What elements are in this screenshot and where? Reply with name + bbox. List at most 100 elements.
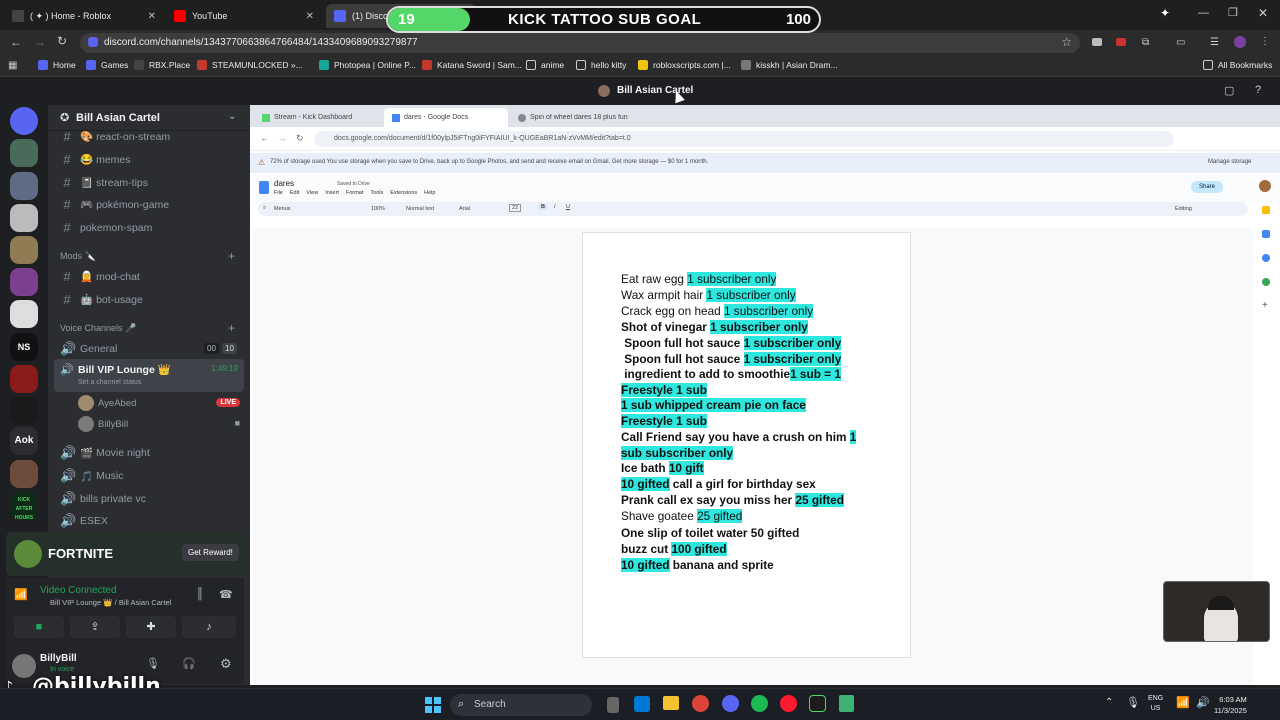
server-icon[interactable] bbox=[10, 397, 38, 425]
bookmark-kisskh[interactable]: kisskh | Asian Dram... bbox=[741, 60, 838, 70]
extension-icon[interactable] bbox=[1092, 38, 1102, 46]
category-mods[interactable]: Mods 🔪 bbox=[60, 251, 96, 262]
clock[interactable]: 6:03 AM 11/3/2025 bbox=[1214, 694, 1247, 716]
shared-url[interactable]: docs.google.com/document/d/1f00ylpJ5iFTn… bbox=[314, 131, 1174, 147]
activities-button[interactable]: ✚ bbox=[126, 616, 176, 638]
server-icon-ns[interactable]: NS bbox=[10, 333, 38, 361]
more-icon[interactable]: ⋮ bbox=[1260, 36, 1270, 47]
menu-edit[interactable]: Edit bbox=[290, 190, 299, 196]
channel-mod-chat[interactable]: # 🧝 mod-chat bbox=[60, 269, 139, 284]
server-icon[interactable] bbox=[10, 365, 38, 393]
search-icon[interactable]: ⌕ bbox=[263, 205, 266, 212]
font-size-input[interactable]: 22 bbox=[509, 204, 522, 212]
disconnect-icon[interactable]: ☎ bbox=[219, 588, 233, 601]
bookmark-katana[interactable]: Katana Sword | Sam... bbox=[422, 60, 522, 70]
puzzle-icon[interactable]: ⧉ bbox=[1142, 37, 1149, 48]
channel-pokemon-game[interactable]: # 🎮 pokémon-game bbox=[60, 197, 169, 212]
server-icon-kick[interactable]: KICK AFTER HOURS bbox=[10, 492, 38, 520]
help-icon[interactable]: ? bbox=[1255, 84, 1261, 96]
store-icon[interactable] bbox=[634, 696, 650, 712]
gear-icon[interactable]: ⚙ bbox=[220, 656, 232, 672]
all-bookmarks[interactable]: All Bookmarks bbox=[1203, 60, 1272, 70]
maximize-icon[interactable]: ❐ bbox=[1228, 6, 1238, 19]
server-icon[interactable] bbox=[10, 236, 38, 264]
voice-channel-movie-night[interactable]: 🔊 🎬 Movie night bbox=[60, 445, 150, 461]
add-icon[interactable]: + bbox=[1262, 300, 1268, 311]
maps-icon[interactable] bbox=[1262, 278, 1270, 286]
shared-tab-wheel[interactable]: Spin of wheel dares 18 plus fun bbox=[510, 108, 634, 127]
voice-channel-bills-private-vc[interactable]: 🔊 bills private vc bbox=[60, 491, 146, 507]
notepad-icon[interactable] bbox=[839, 695, 854, 712]
bookmark-home[interactable]: Home bbox=[38, 60, 76, 70]
channel-react-on-stream[interactable]: # 🎨 react-on-stream bbox=[60, 129, 170, 144]
voice-channel-vip-lounge[interactable]: 🔊 Bill VIP Lounge 👑 1:49:19 Set a channe… bbox=[54, 359, 244, 392]
category-voice[interactable]: Voice Channels 🎤 bbox=[60, 323, 136, 334]
contacts-icon[interactable] bbox=[1262, 254, 1270, 262]
discord-home-icon[interactable] bbox=[10, 107, 38, 135]
style-select[interactable]: Normal text bbox=[406, 206, 434, 212]
windows-start-icon[interactable] bbox=[425, 697, 441, 713]
bookmark-robloxscripts[interactable]: robloxscripts.com |... bbox=[638, 60, 731, 70]
docs-icon[interactable] bbox=[259, 181, 269, 194]
kick-taskbar-icon[interactable] bbox=[809, 695, 826, 712]
shared-tab-docs[interactable]: dares - Google Docs bbox=[384, 108, 508, 127]
search-box[interactable]: ⌕ Search bbox=[450, 694, 592, 716]
account-avatar[interactable] bbox=[1259, 180, 1271, 192]
back-icon[interactable]: ← bbox=[10, 35, 22, 49]
apps-icon[interactable]: ▦ bbox=[8, 60, 17, 71]
menu-extensions[interactable]: Extensions bbox=[390, 190, 417, 196]
menu-format[interactable]: Format bbox=[346, 190, 363, 196]
wifi-icon[interactable]: 📶 bbox=[1176, 696, 1190, 709]
manage-storage-link[interactable]: Manage storage bbox=[1208, 159, 1251, 165]
server-icon[interactable] bbox=[10, 460, 38, 488]
language-indicator[interactable]: ENG US bbox=[1148, 694, 1163, 714]
voice-user-ayeabed[interactable]: AyeAbed LIVE bbox=[78, 395, 244, 413]
underline-icon[interactable]: U bbox=[566, 204, 570, 210]
menu-view[interactable]: View bbox=[306, 190, 318, 196]
menu-insert[interactable]: Insert bbox=[325, 190, 339, 196]
reload-icon[interactable]: ↻ bbox=[296, 133, 304, 144]
back-icon[interactable]: ← bbox=[260, 133, 269, 143]
microphone-icon[interactable]: 🎙 bbox=[146, 657, 160, 670]
menu-icon[interactable]: ☰ bbox=[1210, 37, 1219, 48]
profile-avatar[interactable] bbox=[1234, 36, 1246, 48]
channel-status[interactable]: Set a channel status bbox=[78, 379, 141, 386]
server-icon[interactable] bbox=[10, 172, 38, 200]
font-select[interactable]: Arial bbox=[459, 206, 470, 212]
chevron-up-icon[interactable]: ⌃ bbox=[1105, 697, 1113, 708]
doc-title[interactable]: dares bbox=[274, 179, 294, 188]
headphones-icon[interactable]: 🎧 bbox=[182, 657, 196, 670]
tasks-icon[interactable] bbox=[1262, 230, 1270, 238]
opera-icon[interactable] bbox=[780, 695, 797, 712]
server-icon[interactable] bbox=[10, 300, 38, 328]
keep-icon[interactable] bbox=[1262, 206, 1270, 214]
file-explorer-icon[interactable] bbox=[663, 696, 679, 710]
cast-icon[interactable]: ▭ bbox=[1176, 37, 1185, 48]
close-icon[interactable]: ✕ bbox=[306, 11, 314, 22]
bookmark-photopea[interactable]: Photopea | Online P... bbox=[319, 60, 416, 70]
noise-icon[interactable]: ║ bbox=[196, 588, 204, 600]
bookmark-games[interactable]: Games bbox=[86, 60, 128, 70]
server-icon[interactable] bbox=[10, 204, 38, 232]
bookmark-rbxplace[interactable]: RBX.Place bbox=[134, 60, 190, 70]
discord-taskbar-icon[interactable] bbox=[722, 695, 739, 712]
spotify-icon[interactable] bbox=[751, 695, 768, 712]
forward-icon[interactable]: → bbox=[278, 133, 287, 143]
server-header[interactable]: ✪ Bill Asian Cartel ⌄ bbox=[48, 105, 250, 131]
reload-icon[interactable]: ↻ bbox=[57, 34, 67, 48]
voice-channel-general[interactable]: 🔊 General bbox=[60, 341, 117, 357]
menu-file[interactable]: File bbox=[274, 190, 283, 196]
inbox-icon[interactable]: ▢ bbox=[1224, 84, 1234, 97]
server-icon-aok[interactable]: Aok bbox=[10, 427, 38, 455]
channel-memes[interactable]: # 😂 memes bbox=[60, 152, 130, 167]
add-channel-icon[interactable]: + bbox=[228, 321, 235, 335]
italic-icon[interactable]: I bbox=[554, 204, 556, 210]
server-icon[interactable] bbox=[10, 139, 38, 167]
tab-youtube[interactable]: YouTube ✕ bbox=[166, 4, 322, 28]
voice-channel-music[interactable]: 🔊 🎵 Music bbox=[60, 468, 124, 484]
share-button[interactable]: Share bbox=[1191, 181, 1224, 193]
microphone-icon[interactable]: 🎙 bbox=[1126, 696, 1140, 709]
screenshare-button[interactable]: ⇪ bbox=[70, 616, 120, 638]
get-reward-button[interactable]: Get Reward! bbox=[182, 544, 239, 561]
close-window-icon[interactable]: ✕ bbox=[1258, 6, 1268, 20]
